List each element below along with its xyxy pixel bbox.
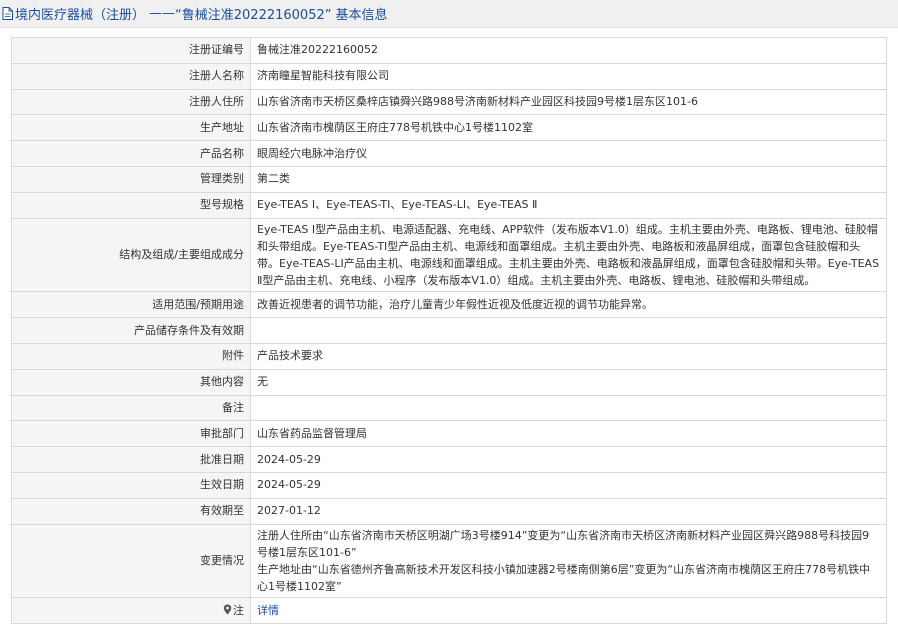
row-label: 结构及组成/主要组成成分 [11,217,251,293]
row-value [250,394,887,422]
row-label: 注册人住所 [11,88,251,116]
table-row: 其他内容 无 [11,368,887,396]
row-label: 适用范围/预期用途 [11,291,251,319]
header-registration-number: “鲁械注准20222160052” [175,8,332,23]
row-value: 鲁械注准20222160052 [250,37,887,64]
row-value: 2024-05-29 [250,471,887,499]
pin-icon [223,604,232,615]
row-value: 眼周经穴电脉冲治疗仪 [250,140,887,167]
row-label: 审批部门 [11,420,251,448]
row-value: 济南瞳星智能科技有限公司 [250,62,887,90]
table-row-note: 注 详情 [11,597,887,625]
row-value: 山东省济南市槐荫区王府庄778号机铁中心1号楼1102室 [250,114,887,142]
row-value: 第二类 [250,165,887,193]
table-row-change: 变更情况 注册人住所由“山东省济南市天桥区明湖广场3号楼914”变更为“山东省济… [11,523,887,599]
row-value: 产品技术要求 [250,342,887,370]
row-value: 2027-01-12 [250,497,887,525]
row-label: 产品名称 [11,140,251,167]
table-row: 管理类别 第二类 [11,165,887,193]
row-label: 注册证编号 [11,37,251,64]
row-value: Eye-TEAS Ⅰ型产品由主机、电源适配器、充电线、APP软件（发布版本V1.… [250,217,887,293]
table-row: 有效期至 2027-01-12 [11,497,887,525]
row-label: 生效日期 [11,471,251,499]
row-label: 注册人名称 [11,62,251,90]
header-suffix: 基本信息 [335,8,388,23]
row-value: 山东省济南市天桥区桑梓店镇舜兴路988号济南新材料产业园区科技园9号楼1层东区1… [250,88,887,116]
details-link[interactable]: 详情 [257,604,279,617]
change-label: 变更情况 [11,523,251,599]
row-value: 无 [250,368,887,396]
table-row: 备注 [11,394,887,422]
table-row: 结构及组成/主要组成成分 Eye-TEAS Ⅰ型产品由主机、电源适配器、充电线、… [11,217,887,293]
note-value: 详情 [250,597,887,625]
row-label: 生产地址 [11,114,251,142]
table-row: 型号规格 Eye-TEAS Ⅰ、Eye-TEAS-TⅠ、Eye-TEAS-LⅠ、… [11,191,887,219]
change-production-line: 生产地址由“山东省德州齐鲁高新技术开发区科技小镇加速器2号楼南侧第6层”变更为“… [257,562,871,594]
table-row: 批准日期 2024-05-29 [11,446,887,473]
row-label: 产品储存条件及有效期 [11,317,251,344]
table-row: 产品储存条件及有效期 [11,317,887,344]
note-label: 注 [233,603,244,617]
row-value: Eye-TEAS Ⅰ、Eye-TEAS-TⅠ、Eye-TEAS-LⅠ、Eye-T… [250,191,887,219]
table-row: 注册人住所 山东省济南市天桥区桑梓店镇舜兴路988号济南新材料产业园区科技园9号… [11,88,887,116]
change-address-line: 注册人住所由“山东省济南市天桥区明湖广场3号楼914”变更为“山东省济南市天桥区… [257,528,870,559]
row-label: 附件 [11,342,251,370]
row-label: 型号规格 [11,191,251,219]
change-value: 注册人住所由“山东省济南市天桥区明湖广场3号楼914”变更为“山东省济南市天桥区… [250,523,887,599]
row-label: 备注 [11,394,251,422]
category-link[interactable]: 境内医疗器械（注册） [15,4,145,23]
table-row: 附件 产品技术要求 [11,342,887,370]
row-label: 其他内容 [11,368,251,396]
header-separator: —— [149,6,176,21]
table-row: 生产地址 山东省济南市槐荫区王府庄778号机铁中心1号楼1102室 [11,114,887,142]
table-row: 审批部门 山东省药品监督管理局 [11,420,887,448]
row-label: 有效期至 [11,497,251,525]
registration-info-table: 注册证编号 鲁械注准20222160052 注册人名称 济南瞳星智能科技有限公司… [11,37,887,625]
row-value: 改善近视患者的调节功能，治疗儿童青少年假性近视及低度近视的调节功能异常。 [250,291,887,319]
table-row: 适用范围/预期用途 改善近视患者的调节功能，治疗儿童青少年假性近视及低度近视的调… [11,291,887,319]
note-label-cell: 注 [11,597,251,625]
row-value [250,317,887,344]
row-value: 山东省药品监督管理局 [250,420,887,448]
table-row: 注册人名称 济南瞳星智能科技有限公司 [11,62,887,90]
page-header: 境内医疗器械（注册） —— “鲁械注准20222160052” 基本信息 [0,0,898,28]
row-label: 管理类别 [11,165,251,193]
document-icon [2,7,13,20]
table-row: 生效日期 2024-05-29 [11,471,887,499]
row-value: 2024-05-29 [250,446,887,473]
row-label: 批准日期 [11,446,251,473]
table-row: 注册证编号 鲁械注准20222160052 [11,37,887,64]
table-row: 产品名称 眼周经穴电脉冲治疗仪 [11,140,887,167]
